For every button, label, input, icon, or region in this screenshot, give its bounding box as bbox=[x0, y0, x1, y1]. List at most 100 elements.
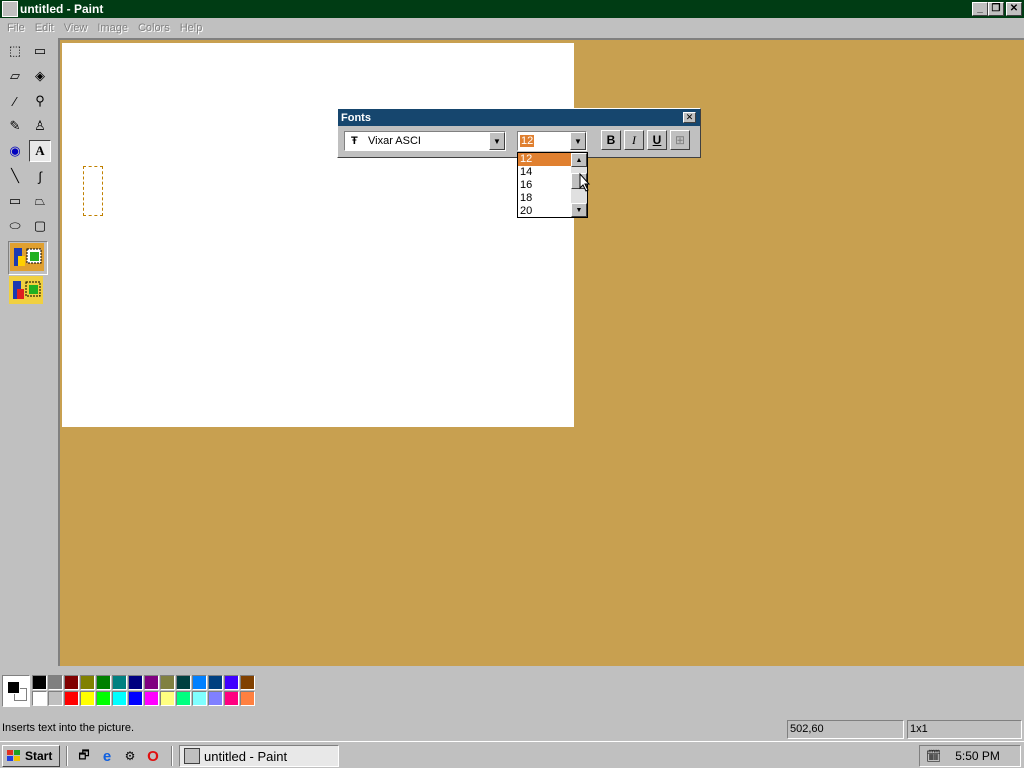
palette-swatch[interactable] bbox=[192, 675, 207, 690]
palette-swatch[interactable] bbox=[176, 691, 191, 706]
status-bar: Inserts text into the picture. 502,60 1x… bbox=[0, 718, 1024, 740]
palette-swatch[interactable] bbox=[144, 691, 159, 706]
transparent-option-icon bbox=[9, 276, 43, 304]
palette-swatch[interactable] bbox=[160, 675, 175, 690]
palette-swatch[interactable] bbox=[208, 691, 223, 706]
rectangle-icon: ▭ bbox=[8, 193, 22, 208]
system-tray: 🗓 5:50 PM bbox=[919, 745, 1021, 767]
internet-explorer-icon[interactable]: e bbox=[98, 747, 116, 765]
palette-swatch[interactable] bbox=[112, 691, 127, 706]
pick-color-tool[interactable]: ⁄ bbox=[4, 90, 26, 112]
font-name-dropdown-arrow[interactable]: ▼ bbox=[489, 132, 505, 150]
fonts-close-button[interactable]: ✕ bbox=[683, 112, 696, 123]
font-size-dropdown-arrow[interactable]: ▼ bbox=[570, 132, 586, 150]
italic-button[interactable]: I bbox=[624, 130, 644, 150]
palette-swatch[interactable] bbox=[48, 691, 63, 706]
scheduler-icon[interactable]: 🗓 bbox=[926, 749, 941, 763]
opera-icon[interactable]: O bbox=[144, 747, 162, 765]
drawing-canvas[interactable] bbox=[62, 43, 574, 427]
windows-logo-icon bbox=[7, 750, 20, 761]
vertical-text-button[interactable]: ⊞ bbox=[670, 130, 690, 150]
palette-swatch[interactable] bbox=[240, 691, 255, 706]
palette-swatch[interactable] bbox=[80, 691, 95, 706]
text-icon: A bbox=[35, 143, 45, 158]
palette-swatch[interactable] bbox=[64, 675, 79, 690]
underline-button[interactable]: U bbox=[647, 130, 667, 150]
palette-swatch[interactable] bbox=[192, 691, 207, 706]
brush-tool[interactable]: ♙ bbox=[29, 115, 51, 137]
mouse-cursor-icon bbox=[579, 173, 591, 192]
line-icon: ╲ bbox=[11, 168, 19, 183]
palette-swatch[interactable] bbox=[144, 675, 159, 690]
ellipse-tool[interactable]: ⬭ bbox=[4, 215, 26, 237]
palette-swatch[interactable] bbox=[240, 675, 255, 690]
rectangle-tool[interactable]: ▭ bbox=[4, 190, 26, 212]
palette-swatch[interactable] bbox=[112, 675, 127, 690]
curve-tool[interactable]: ∫ bbox=[29, 165, 51, 187]
taskbar-paint-button[interactable]: untitled - Paint bbox=[179, 745, 339, 767]
channels-icon[interactable]: ⚙ bbox=[121, 747, 139, 765]
palette-swatch[interactable] bbox=[96, 691, 111, 706]
size-option-12[interactable]: 12 bbox=[518, 153, 572, 166]
eraser-icon: ▱ bbox=[10, 68, 20, 83]
bold-button[interactable]: B bbox=[601, 130, 621, 150]
airbrush-icon: ◉ bbox=[9, 143, 21, 158]
palette-swatch[interactable] bbox=[224, 691, 239, 706]
font-size-select[interactable]: 12 ▼ bbox=[517, 131, 587, 151]
palette-swatch[interactable] bbox=[48, 675, 63, 690]
truetype-icon: Ŧ bbox=[351, 135, 358, 147]
eyedropper-icon: ⁄ bbox=[13, 93, 17, 109]
foreground-color-swatch bbox=[7, 681, 20, 694]
text-input-box[interactable] bbox=[83, 166, 103, 216]
palette-swatch[interactable] bbox=[32, 675, 47, 690]
palette-swatch[interactable] bbox=[208, 675, 223, 690]
eraser-tool[interactable]: ▱ bbox=[4, 65, 26, 87]
menu-file[interactable]: File bbox=[2, 22, 30, 34]
quicklaunch-separator bbox=[66, 746, 68, 766]
line-tool[interactable]: ╲ bbox=[4, 165, 26, 187]
toolbox: ⬚ ▭ ▱ ◈ ⁄ ⚲ ✎ ♙ ◉ A ╲ ∫ ▭ ⏢ ⬭ ▢ bbox=[0, 38, 58, 666]
opaque-background-option[interactable] bbox=[8, 241, 48, 275]
select-icon: ▭ bbox=[33, 43, 47, 58]
menu-bar: File Edit View Image Colors Help bbox=[0, 18, 1024, 38]
pencil-tool[interactable]: ✎ bbox=[4, 115, 26, 137]
palette-swatch[interactable] bbox=[128, 691, 143, 706]
start-button[interactable]: Start bbox=[2, 745, 60, 767]
palette-swatch[interactable] bbox=[96, 675, 111, 690]
menu-edit[interactable]: Edit bbox=[30, 22, 59, 34]
menu-help[interactable]: Help bbox=[175, 22, 208, 34]
show-desktop-icon[interactable]: 🗗 bbox=[75, 747, 93, 765]
free-select-tool[interactable]: ⬚ bbox=[4, 40, 26, 62]
minimize-button[interactable]: _ bbox=[972, 2, 988, 16]
text-tool[interactable]: A bbox=[29, 140, 51, 162]
palette-swatch[interactable] bbox=[80, 675, 95, 690]
palette-swatch[interactable] bbox=[160, 691, 175, 706]
scroll-up-arrow[interactable]: ▲ bbox=[571, 153, 587, 167]
current-colors[interactable] bbox=[2, 675, 30, 707]
restore-button[interactable]: ❐ bbox=[988, 2, 1004, 16]
fonts-toolbar-title: Fonts bbox=[338, 109, 700, 126]
window-title: untitled - Paint bbox=[20, 2, 104, 16]
fill-icon: ◈ bbox=[35, 68, 45, 83]
paint-app-icon[interactable] bbox=[2, 1, 18, 17]
select-tool[interactable]: ▭ bbox=[29, 40, 51, 62]
palette-swatch[interactable] bbox=[176, 675, 191, 690]
palette-swatch[interactable] bbox=[64, 691, 79, 706]
palette-swatch[interactable] bbox=[128, 675, 143, 690]
airbrush-tool[interactable]: ◉ bbox=[4, 140, 26, 162]
palette-swatch[interactable] bbox=[32, 691, 47, 706]
menu-colors[interactable]: Colors bbox=[133, 22, 175, 34]
palette-swatch[interactable] bbox=[224, 675, 239, 690]
clock[interactable]: 5:50 PM bbox=[955, 749, 1000, 763]
magnifier-tool[interactable]: ⚲ bbox=[29, 90, 51, 112]
transparent-background-option[interactable] bbox=[8, 275, 48, 309]
font-name-select[interactable]: Ŧ Vixar ASCI ▼ bbox=[344, 131, 506, 151]
start-label: Start bbox=[25, 749, 53, 763]
rounded-rectangle-tool[interactable]: ▢ bbox=[29, 215, 51, 237]
menu-image[interactable]: Image bbox=[92, 22, 133, 34]
fill-tool[interactable]: ◈ bbox=[29, 65, 51, 87]
menu-view[interactable]: View bbox=[59, 22, 93, 34]
close-button[interactable]: ✕ bbox=[1006, 2, 1022, 16]
polygon-tool[interactable]: ⏢ bbox=[29, 190, 51, 212]
scroll-down-arrow[interactable]: ▼ bbox=[571, 203, 587, 217]
